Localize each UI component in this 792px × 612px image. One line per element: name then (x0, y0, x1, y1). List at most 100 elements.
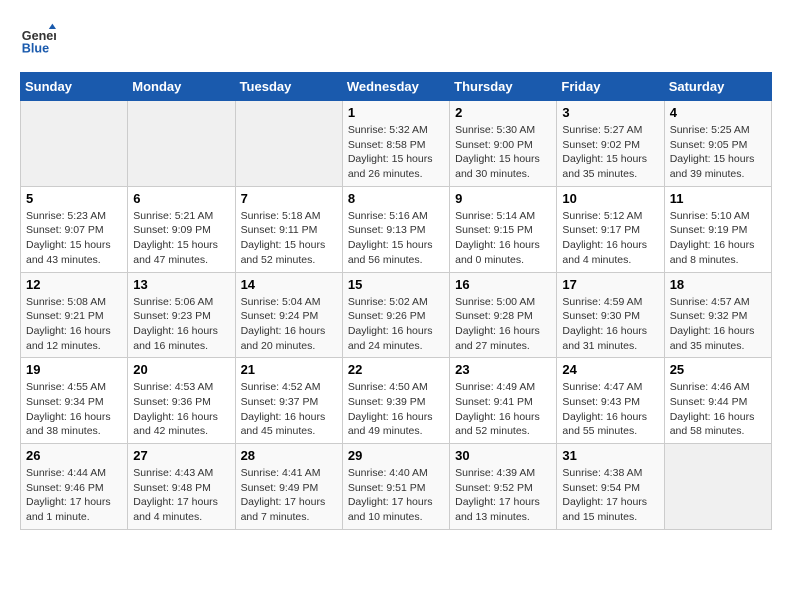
calendar-week-0: 1 Sunrise: 5:32 AMSunset: 8:58 PMDayligh… (21, 101, 772, 187)
day-info: Sunrise: 5:21 AMSunset: 9:09 PMDaylight:… (133, 209, 229, 268)
header-cell-tuesday: Tuesday (235, 73, 342, 101)
calendar-cell: 7 Sunrise: 5:18 AMSunset: 9:11 PMDayligh… (235, 186, 342, 272)
header-cell-wednesday: Wednesday (342, 73, 449, 101)
day-info: Sunrise: 5:30 AMSunset: 9:00 PMDaylight:… (455, 123, 551, 182)
calendar-cell: 2 Sunrise: 5:30 AMSunset: 9:00 PMDayligh… (450, 101, 557, 187)
header-cell-saturday: Saturday (664, 73, 771, 101)
day-info: Sunrise: 4:46 AMSunset: 9:44 PMDaylight:… (670, 380, 766, 439)
calendar-cell: 15 Sunrise: 5:02 AMSunset: 9:26 PMDaylig… (342, 272, 449, 358)
calendar-cell (664, 444, 771, 530)
calendar-cell: 18 Sunrise: 4:57 AMSunset: 9:32 PMDaylig… (664, 272, 771, 358)
day-info: Sunrise: 4:43 AMSunset: 9:48 PMDaylight:… (133, 466, 229, 525)
day-number: 16 (455, 277, 551, 292)
calendar-cell: 14 Sunrise: 5:04 AMSunset: 9:24 PMDaylig… (235, 272, 342, 358)
calendar-cell: 22 Sunrise: 4:50 AMSunset: 9:39 PMDaylig… (342, 358, 449, 444)
day-number: 26 (26, 448, 122, 463)
day-number: 28 (241, 448, 337, 463)
calendar-cell: 11 Sunrise: 5:10 AMSunset: 9:19 PMDaylig… (664, 186, 771, 272)
day-info: Sunrise: 5:10 AMSunset: 9:19 PMDaylight:… (670, 209, 766, 268)
day-info: Sunrise: 4:55 AMSunset: 9:34 PMDaylight:… (26, 380, 122, 439)
day-number: 15 (348, 277, 444, 292)
calendar-cell: 30 Sunrise: 4:39 AMSunset: 9:52 PMDaylig… (450, 444, 557, 530)
day-info: Sunrise: 4:38 AMSunset: 9:54 PMDaylight:… (562, 466, 658, 525)
calendar-cell: 12 Sunrise: 5:08 AMSunset: 9:21 PMDaylig… (21, 272, 128, 358)
day-info: Sunrise: 5:02 AMSunset: 9:26 PMDaylight:… (348, 295, 444, 354)
calendar-cell: 10 Sunrise: 5:12 AMSunset: 9:17 PMDaylig… (557, 186, 664, 272)
day-info: Sunrise: 5:14 AMSunset: 9:15 PMDaylight:… (455, 209, 551, 268)
calendar-header: SundayMondayTuesdayWednesdayThursdayFrid… (21, 73, 772, 101)
calendar-cell: 9 Sunrise: 5:14 AMSunset: 9:15 PMDayligh… (450, 186, 557, 272)
calendar-table: SundayMondayTuesdayWednesdayThursdayFrid… (20, 72, 772, 530)
calendar-cell: 31 Sunrise: 4:38 AMSunset: 9:54 PMDaylig… (557, 444, 664, 530)
day-info: Sunrise: 4:57 AMSunset: 9:32 PMDaylight:… (670, 295, 766, 354)
header-row: SundayMondayTuesdayWednesdayThursdayFrid… (21, 73, 772, 101)
day-number: 5 (26, 191, 122, 206)
day-info: Sunrise: 5:27 AMSunset: 9:02 PMDaylight:… (562, 123, 658, 182)
day-info: Sunrise: 4:49 AMSunset: 9:41 PMDaylight:… (455, 380, 551, 439)
day-info: Sunrise: 4:39 AMSunset: 9:52 PMDaylight:… (455, 466, 551, 525)
day-number: 30 (455, 448, 551, 463)
calendar-cell: 26 Sunrise: 4:44 AMSunset: 9:46 PMDaylig… (21, 444, 128, 530)
header-cell-thursday: Thursday (450, 73, 557, 101)
calendar-cell: 29 Sunrise: 4:40 AMSunset: 9:51 PMDaylig… (342, 444, 449, 530)
header-cell-friday: Friday (557, 73, 664, 101)
calendar-cell: 8 Sunrise: 5:16 AMSunset: 9:13 PMDayligh… (342, 186, 449, 272)
day-info: Sunrise: 4:40 AMSunset: 9:51 PMDaylight:… (348, 466, 444, 525)
day-number: 22 (348, 362, 444, 377)
day-info: Sunrise: 5:12 AMSunset: 9:17 PMDaylight:… (562, 209, 658, 268)
svg-text:Blue: Blue (22, 41, 49, 55)
calendar-cell: 23 Sunrise: 4:49 AMSunset: 9:41 PMDaylig… (450, 358, 557, 444)
calendar-week-4: 26 Sunrise: 4:44 AMSunset: 9:46 PMDaylig… (21, 444, 772, 530)
calendar-cell: 6 Sunrise: 5:21 AMSunset: 9:09 PMDayligh… (128, 186, 235, 272)
day-number: 18 (670, 277, 766, 292)
day-info: Sunrise: 5:32 AMSunset: 8:58 PMDaylight:… (348, 123, 444, 182)
day-info: Sunrise: 5:08 AMSunset: 9:21 PMDaylight:… (26, 295, 122, 354)
calendar-cell: 13 Sunrise: 5:06 AMSunset: 9:23 PMDaylig… (128, 272, 235, 358)
day-number: 14 (241, 277, 337, 292)
day-info: Sunrise: 4:47 AMSunset: 9:43 PMDaylight:… (562, 380, 658, 439)
calendar-week-3: 19 Sunrise: 4:55 AMSunset: 9:34 PMDaylig… (21, 358, 772, 444)
day-number: 20 (133, 362, 229, 377)
calendar-cell: 4 Sunrise: 5:25 AMSunset: 9:05 PMDayligh… (664, 101, 771, 187)
calendar-cell: 27 Sunrise: 4:43 AMSunset: 9:48 PMDaylig… (128, 444, 235, 530)
day-number: 29 (348, 448, 444, 463)
day-number: 17 (562, 277, 658, 292)
day-number: 25 (670, 362, 766, 377)
day-info: Sunrise: 4:53 AMSunset: 9:36 PMDaylight:… (133, 380, 229, 439)
calendar-cell (21, 101, 128, 187)
day-info: Sunrise: 5:00 AMSunset: 9:28 PMDaylight:… (455, 295, 551, 354)
day-info: Sunrise: 4:44 AMSunset: 9:46 PMDaylight:… (26, 466, 122, 525)
day-number: 4 (670, 105, 766, 120)
day-number: 27 (133, 448, 229, 463)
calendar-cell: 24 Sunrise: 4:47 AMSunset: 9:43 PMDaylig… (557, 358, 664, 444)
calendar-week-1: 5 Sunrise: 5:23 AMSunset: 9:07 PMDayligh… (21, 186, 772, 272)
day-number: 7 (241, 191, 337, 206)
day-info: Sunrise: 4:59 AMSunset: 9:30 PMDaylight:… (562, 295, 658, 354)
calendar-cell: 28 Sunrise: 4:41 AMSunset: 9:49 PMDaylig… (235, 444, 342, 530)
day-info: Sunrise: 5:04 AMSunset: 9:24 PMDaylight:… (241, 295, 337, 354)
day-info: Sunrise: 5:25 AMSunset: 9:05 PMDaylight:… (670, 123, 766, 182)
calendar-week-2: 12 Sunrise: 5:08 AMSunset: 9:21 PMDaylig… (21, 272, 772, 358)
header-cell-monday: Monday (128, 73, 235, 101)
day-number: 13 (133, 277, 229, 292)
day-info: Sunrise: 4:52 AMSunset: 9:37 PMDaylight:… (241, 380, 337, 439)
day-number: 21 (241, 362, 337, 377)
day-number: 8 (348, 191, 444, 206)
day-info: Sunrise: 4:50 AMSunset: 9:39 PMDaylight:… (348, 380, 444, 439)
page-header: General Blue (20, 20, 772, 56)
day-number: 19 (26, 362, 122, 377)
day-number: 2 (455, 105, 551, 120)
calendar-cell: 19 Sunrise: 4:55 AMSunset: 9:34 PMDaylig… (21, 358, 128, 444)
calendar-cell: 3 Sunrise: 5:27 AMSunset: 9:02 PMDayligh… (557, 101, 664, 187)
calendar-cell: 20 Sunrise: 4:53 AMSunset: 9:36 PMDaylig… (128, 358, 235, 444)
day-info: Sunrise: 5:23 AMSunset: 9:07 PMDaylight:… (26, 209, 122, 268)
day-info: Sunrise: 4:41 AMSunset: 9:49 PMDaylight:… (241, 466, 337, 525)
calendar-cell: 17 Sunrise: 4:59 AMSunset: 9:30 PMDaylig… (557, 272, 664, 358)
day-number: 31 (562, 448, 658, 463)
day-number: 3 (562, 105, 658, 120)
day-info: Sunrise: 5:18 AMSunset: 9:11 PMDaylight:… (241, 209, 337, 268)
logo-icon: General Blue (20, 20, 56, 56)
day-number: 24 (562, 362, 658, 377)
day-number: 11 (670, 191, 766, 206)
day-number: 6 (133, 191, 229, 206)
